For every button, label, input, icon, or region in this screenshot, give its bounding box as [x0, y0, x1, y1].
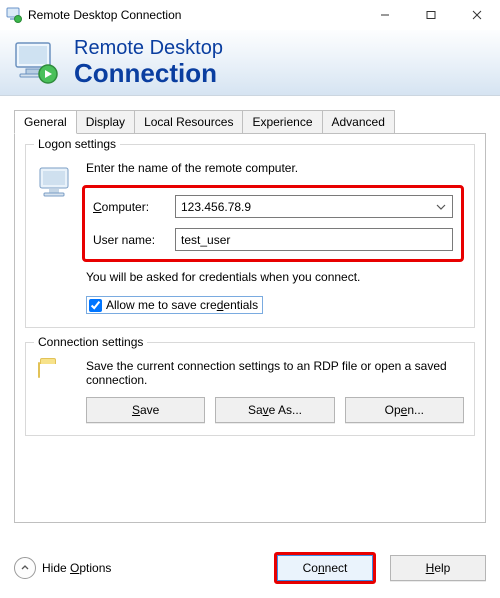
connection-intro-text: Save the current connection settings to … [86, 359, 464, 387]
titlebar: Remote Desktop Connection [0, 0, 500, 30]
group-logon-title: Logon settings [34, 137, 120, 151]
window-root: Remote Desktop Connection [0, 0, 500, 598]
window-title: Remote Desktop Connection [28, 8, 362, 22]
tab-panel-general: Logon settings Enter the name of the rem… [14, 133, 486, 523]
open-button[interactable]: Open...Open... [345, 397, 464, 423]
collapse-arrow-icon [14, 557, 36, 579]
username-input[interactable] [175, 228, 453, 251]
client-area: General Display Local Resources Experien… [0, 96, 500, 523]
minimize-button[interactable] [362, 0, 408, 30]
monitor-icon [38, 165, 74, 201]
banner-text: Remote Desktop Connection [74, 37, 223, 88]
allow-save-credentials-checkbox[interactable]: Allow me to save credentials [86, 296, 263, 314]
tab-display[interactable]: Display [77, 110, 135, 134]
hide-options-button[interactable]: Hide Options [14, 557, 111, 579]
tab-local-resources[interactable]: Local Resources [135, 110, 243, 134]
allow-save-label: Allow me to save credentials [106, 298, 258, 312]
rdc-banner-icon [12, 39, 60, 87]
logon-highlight-box: CComputer:omputer: 123.456.78.9 User nam… [82, 185, 464, 262]
hide-options-label: Hide Options [42, 561, 111, 575]
computer-label: CComputer:omputer: [93, 200, 175, 214]
group-logon-settings: Logon settings Enter the name of the rem… [25, 144, 475, 328]
footer-bar: Hide Options Connect Help [14, 552, 486, 584]
help-button[interactable]: Help [390, 555, 486, 581]
tabstrip: General Display Local Resources Experien… [14, 110, 486, 134]
connect-highlight-box: Connect [274, 552, 376, 584]
chevron-down-icon[interactable] [434, 201, 448, 213]
close-button[interactable] [454, 0, 500, 30]
rdc-app-icon [6, 7, 22, 23]
folder-icon [38, 363, 74, 399]
banner-line1: Remote Desktop [74, 37, 223, 59]
connect-button[interactable]: Connect [277, 555, 373, 581]
credential-note: You will be asked for credentials when y… [86, 270, 464, 284]
username-label: User name: [93, 233, 175, 247]
allow-save-checkbox-input[interactable] [89, 299, 102, 312]
banner-line2: Connection [74, 59, 223, 88]
save-button[interactable]: SaveSave [86, 397, 205, 423]
tab-advanced[interactable]: Advanced [323, 110, 395, 134]
computer-value: 123.456.78.9 [181, 200, 434, 214]
group-connection-title: Connection settings [34, 335, 147, 349]
logon-intro-text: Enter the name of the remote computer. [86, 161, 464, 175]
window-controls [362, 0, 500, 30]
group-connection-settings: Connection settings Save the current con… [25, 342, 475, 436]
tab-general[interactable]: General [14, 110, 77, 134]
header-banner: Remote Desktop Connection [0, 30, 500, 96]
save-as-button[interactable]: Save As...Save As... [215, 397, 334, 423]
tab-experience[interactable]: Experience [243, 110, 322, 134]
maximize-button[interactable] [408, 0, 454, 30]
computer-combobox[interactable]: 123.456.78.9 [175, 195, 453, 218]
